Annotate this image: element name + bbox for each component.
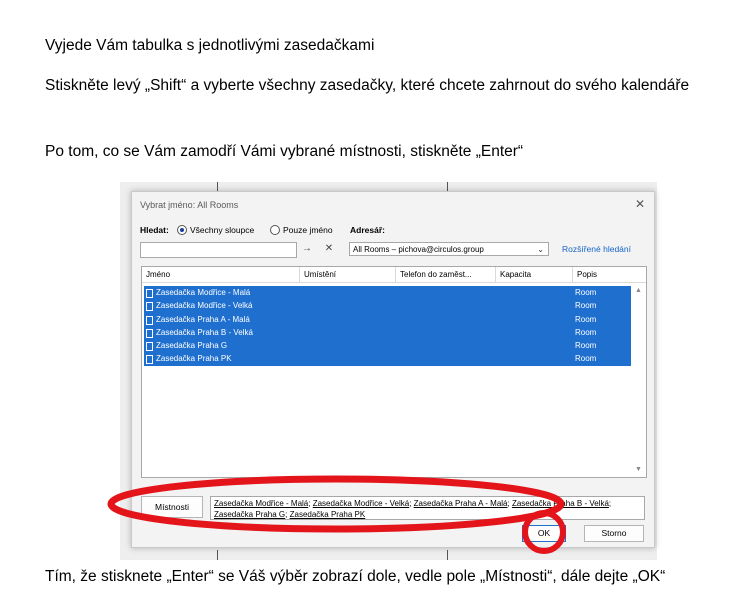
paragraph-ok-instruction: Tím, že stisknete „Enter“ se Váš výběr z… — [45, 568, 666, 585]
annotation-circle-ok — [522, 510, 566, 554]
annotation-ellipse-selection — [107, 475, 565, 533]
annotation-layer — [107, 475, 566, 554]
